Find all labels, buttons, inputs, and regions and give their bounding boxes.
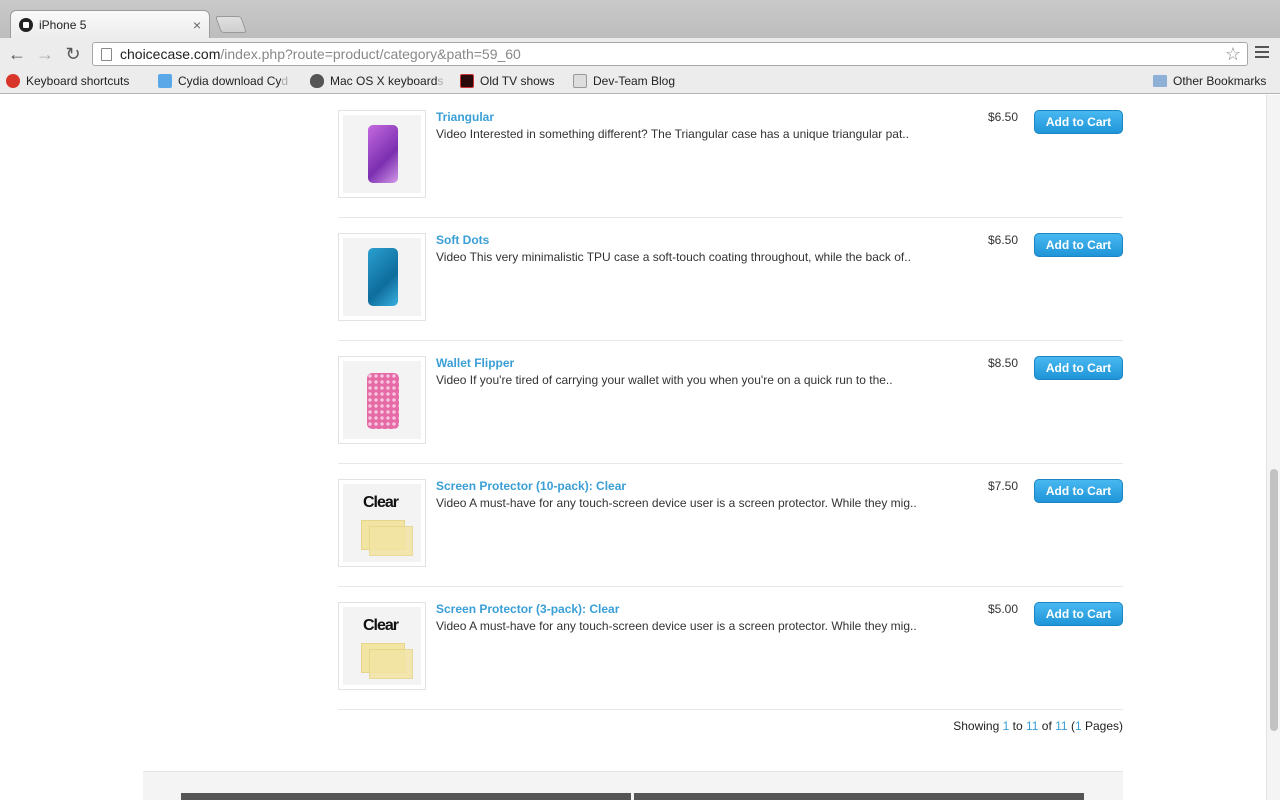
product-thumbnail[interactable] xyxy=(338,233,426,321)
add-to-cart-button[interactable]: Add to Cart xyxy=(1034,479,1123,503)
apple-icon xyxy=(310,74,324,88)
thumbnail-logo-text: Clear xyxy=(363,617,399,634)
product-description: Video A must-have for any touch-screen d… xyxy=(436,496,917,510)
product-thumbnail[interactable] xyxy=(338,356,426,444)
product-name-link[interactable]: Triangular xyxy=(436,110,494,124)
cydia-icon xyxy=(158,74,172,88)
screen-film-image xyxy=(369,649,413,679)
page-viewport: Triangular Video Interested in something… xyxy=(0,95,1266,800)
bookmark-cydia-download[interactable]: Cydia download Cy d xyxy=(158,74,292,88)
page-scrollbar[interactable] xyxy=(1266,95,1280,800)
list-item: Clear Screen Protector (10-pack): Clear … xyxy=(338,464,1123,587)
footer-column-header xyxy=(634,793,1084,800)
address-bar[interactable]: choicecase.com/index.php?route=product/c… xyxy=(92,42,1248,66)
list-item: Triangular Video Interested in something… xyxy=(338,95,1123,218)
list-item: Wallet Flipper Video If you're tired of … xyxy=(338,341,1123,464)
back-arrow-icon[interactable]: ← xyxy=(6,43,28,65)
product-thumbnail[interactable]: Clear xyxy=(338,479,426,567)
add-to-cart-button[interactable]: Add to Cart xyxy=(1034,110,1123,134)
forward-arrow-icon[interactable]: → xyxy=(34,43,56,65)
other-bookmarks-folder[interactable]: Other Bookmarks xyxy=(1153,74,1266,88)
pink-wallet-case-image xyxy=(367,373,399,429)
add-to-cart-button[interactable]: Add to Cart xyxy=(1034,602,1123,626)
add-to-cart-button[interactable]: Add to Cart xyxy=(1034,233,1123,257)
reload-icon[interactable]: ↻ xyxy=(62,43,84,65)
bookmarks-bar: Keyboard shortcuts Cydia download Cy d Ma… xyxy=(0,70,1280,94)
purple-case-image xyxy=(368,125,398,183)
add-to-cart-button[interactable]: Add to Cart xyxy=(1034,356,1123,380)
list-item: Clear Screen Protector (3-pack): Clear V… xyxy=(338,587,1123,710)
product-description: Video This very minimalistic TPU case a … xyxy=(436,250,911,264)
product-description: Video A must-have for any touch-screen d… xyxy=(436,619,917,633)
product-description: Video If you're tired of carrying your w… xyxy=(436,373,893,387)
product-thumbnail[interactable] xyxy=(338,110,426,198)
pagination-results: Showing 1 to 11 of 11 (1 Pages) xyxy=(953,719,1123,733)
product-name-link[interactable]: Screen Protector (10-pack): Clear xyxy=(436,479,626,493)
url-path: /index.php?route=product/category&path=5… xyxy=(220,46,521,62)
list-item: Soft Dots Video This very minimalistic T… xyxy=(338,218,1123,341)
product-name-link[interactable]: Screen Protector (3-pack): Clear xyxy=(436,602,619,616)
product-name-link[interactable]: Soft Dots xyxy=(436,233,489,247)
bookmark-old-tv-shows[interactable]: Old TV shows xyxy=(460,74,554,88)
tab-title: iPhone 5 xyxy=(39,17,87,32)
product-price: $6.50 xyxy=(988,233,1019,247)
product-price: $6.50 xyxy=(988,110,1019,124)
browser-toolbar: ← → ↻ choicecase.com/index.php?route=pro… xyxy=(0,38,1280,70)
product-price: $5.00 xyxy=(988,602,1019,616)
product-price: $8.50 xyxy=(988,356,1019,370)
page-icon xyxy=(101,47,112,61)
thumbnail-logo-text: Clear xyxy=(363,494,399,511)
tab-strip: iPhone 5 × xyxy=(0,0,1280,38)
product-name-link[interactable]: Wallet Flipper xyxy=(436,356,514,370)
close-tab-icon[interactable]: × xyxy=(193,18,201,32)
devteam-icon xyxy=(573,74,587,88)
red-app-icon xyxy=(6,74,20,88)
blue-case-image xyxy=(368,248,398,306)
site-favicon-icon xyxy=(19,17,33,32)
folder-icon xyxy=(1153,75,1167,87)
new-tab-button[interactable] xyxy=(214,16,248,33)
footer xyxy=(143,771,1123,800)
menu-icon[interactable] xyxy=(1255,46,1269,61)
browser-tab[interactable]: iPhone 5 × xyxy=(10,10,210,38)
url-host: choicecase.com xyxy=(120,46,221,62)
screen-film-image xyxy=(369,526,413,556)
tv-icon xyxy=(460,74,474,88)
scrollbar-thumb[interactable] xyxy=(1270,469,1278,731)
bookmark-star-icon[interactable]: ☆ xyxy=(1225,44,1241,65)
bookmark-keyboard-shortcuts[interactable]: Keyboard shortcuts xyxy=(6,74,138,88)
bookmark-dev-team-blog[interactable]: Dev-Team Blog xyxy=(573,74,675,88)
bookmark-mac-os-x-keyboard[interactable]: Mac OS X keyboard s xyxy=(310,74,446,88)
product-description: Video Interested in something different?… xyxy=(436,127,909,141)
footer-column-header xyxy=(181,793,631,800)
product-thumbnail[interactable]: Clear xyxy=(338,602,426,690)
product-price: $7.50 xyxy=(988,479,1019,493)
product-list: Triangular Video Interested in something… xyxy=(338,95,1123,710)
